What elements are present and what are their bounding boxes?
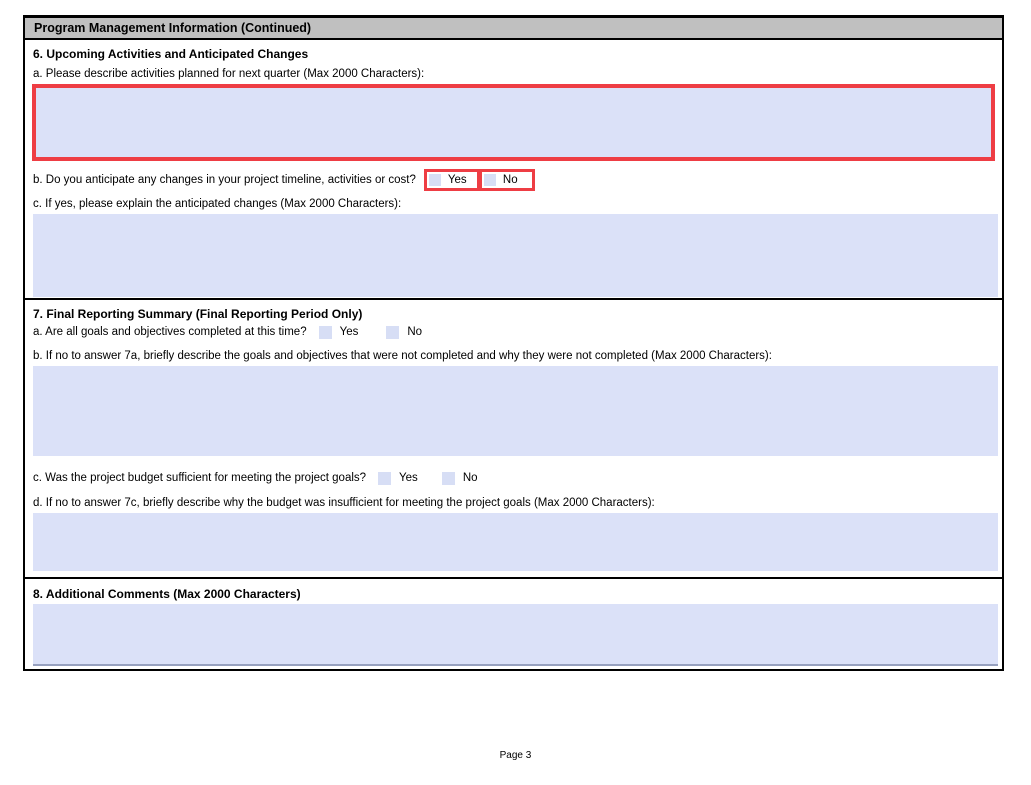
section-8-additional-comments: 8. Additional Comments (Max 2000 Charact… [25,579,1002,669]
checkbox-6b-no-label: No [502,173,518,186]
focus-highlight-6a [32,84,995,161]
question-7c-label: c. Was the project budget sufficient for… [33,472,367,484]
question-7d-textarea[interactable] [33,513,998,571]
section-6-upcoming-activities: 6. Upcoming Activities and Anticipated C… [25,40,1002,300]
page-number: Page 3 [499,750,532,761]
section-6-title: 6. Upcoming Activities and Anticipated C… [33,47,309,61]
section-8-comments-textarea[interactable] [33,604,998,666]
checkbox-6b-yes-label: Yes [447,173,467,186]
question-7b-label: b. If no to answer 7a, briefly describe … [33,350,772,362]
checkbox-7a-yes-label: Yes [339,326,359,338]
question-6c-textarea[interactable] [33,214,998,297]
checkbox-7a-no-label: No [407,326,423,338]
question-7a-label: a. Are all goals and objectives complete… [33,326,307,338]
focus-highlight-6b: Yes No [423,169,535,191]
section-8-title: 8. Additional Comments (Max 2000 Charact… [33,587,301,601]
checkbox-7c-no[interactable] [441,472,455,485]
page-footer: Page 3 [0,750,1031,761]
section-7-final-reporting: 7. Final Reporting Summary (Final Report… [25,300,1002,579]
checkbox-6b-no[interactable] [483,174,496,186]
checkbox-6b-yes[interactable] [428,174,441,186]
no-option-cell-6b: No [481,172,532,188]
question-6a-textarea[interactable] [36,88,991,157]
question-7c-row: c. Was the project budget sufficient for… [33,471,994,486]
program-management-form: Program Management Information (Continue… [23,15,1004,671]
question-6c-label: c. If yes, please explain the anticipate… [33,198,402,210]
form-header-bar: Program Management Information (Continue… [25,15,1002,40]
question-7d-label: d. If no to answer 7c, briefly describe … [33,497,655,509]
page-title: Program Management Information (Continue… [34,21,312,35]
checkbox-7c-yes-label: Yes [399,472,418,484]
question-7b-textarea[interactable] [33,366,998,456]
checkbox-7a-yes[interactable] [318,326,332,339]
checkbox-7a-no[interactable] [386,326,400,339]
checkbox-7c-yes[interactable] [378,472,392,485]
question-7a-row: a. Are all goals and objectives complete… [33,325,994,340]
yes-option-cell-6b: Yes [426,172,477,188]
question-6a-label: a. Please describe activities planned fo… [33,68,425,80]
question-6b-row: b. Do you anticipate any changes in your… [33,169,994,191]
pdf-page: Program Management Information (Continue… [0,0,1031,785]
question-6b-label: b. Do you anticipate any changes in your… [33,173,416,186]
checkbox-7c-no-label: No [462,472,478,484]
section-7-title: 7. Final Reporting Summary (Final Report… [33,307,363,321]
